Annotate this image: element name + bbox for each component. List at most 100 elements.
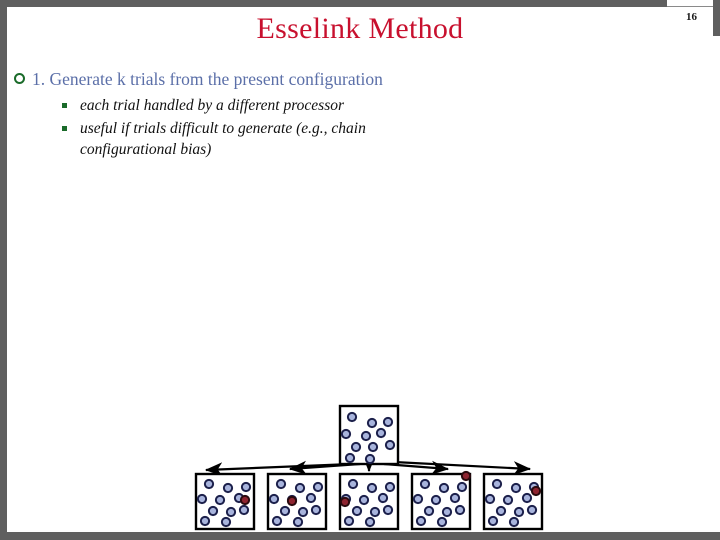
particle-blue [454,504,466,516]
particle-blue [271,515,283,527]
particle-blue [225,506,237,518]
particle-blue [384,439,396,451]
particle-blue [436,516,448,528]
trial-configuration-box-1 [194,472,256,531]
list-item: useful if trials difficult to generate (… [60,118,434,160]
slide-canvas: Esselink Method 16 1. Generate k trials … [0,0,720,540]
particle-blue [510,482,522,494]
trial-configuration-box-4-frame [410,472,472,531]
particle-blue [441,506,453,518]
particle-blue [369,506,381,518]
frame-bottom-border [0,532,720,540]
bullet-text: useful if trials difficult to generate (… [80,120,366,158]
particle-blue [275,478,287,490]
trial-configuration-box-2-frame [266,472,328,531]
particle-blue [382,416,394,428]
bullet-text: 1. Generate k trials from the present co… [32,69,383,89]
trial-configuration-box-5 [482,472,544,531]
particle-blue [310,504,322,516]
trial-configuration-box-3 [338,472,400,531]
particle-blue [366,417,378,429]
page-number: 16 [686,11,697,23]
trial-configuration-box-5-frame [482,472,544,531]
particle-blue [292,516,304,528]
trial-configuration-box-1-frame [194,472,256,531]
particle-blue [438,482,450,494]
particle-blue [513,506,525,518]
parent-configuration-box-frame [338,404,400,466]
arrow-to-trial-5 [393,460,532,476]
list-item: 1. Generate k trials from the present co… [14,68,434,91]
particle-blue [377,492,389,504]
particle-blue [495,505,507,517]
particle-blue [340,428,352,440]
page-title: Esselink Method [256,12,464,45]
particle-blue [346,411,358,423]
frame-left-border [0,0,7,540]
particle-blue [487,515,499,527]
particle-blue [268,493,280,505]
particle-blue [240,481,252,493]
particle-blue [526,504,538,516]
particle-blue [286,494,298,506]
particle-blue [412,493,424,505]
frame-notch-rule [667,6,713,7]
particle-blue [508,516,520,528]
particle-blue [347,478,359,490]
particle-blue [456,481,468,493]
particle-blue [384,481,396,493]
particle-blue [364,516,376,528]
arrow-to-trial-2 [288,460,361,475]
particle-blue [343,515,355,527]
particle-blue [528,481,540,493]
particle-blue [297,506,309,518]
arrow-to-trial-4 [383,460,450,475]
particle-red [460,470,472,482]
particle-blue [521,492,533,504]
particle-blue [375,427,387,439]
particle-blue [484,493,496,505]
particle-blue [294,482,306,494]
particle-blue [415,515,427,527]
particle-blue [360,430,372,442]
square-bullet-icon [62,126,67,131]
particle-blue [491,478,503,490]
particle-blue [382,504,394,516]
arrow-to-trial-1 [204,462,353,477]
particle-blue [351,505,363,517]
bullet-text: each trial handled by a different proces… [80,97,345,114]
particle-blue [207,505,219,517]
particle-blue [222,482,234,494]
trial-configuration-box-4 [410,470,472,531]
particle-blue [502,494,514,506]
trial-configuration-box-3-frame [338,472,400,531]
particle-blue [367,441,379,453]
particle-blue [423,505,435,517]
diagram-arrow-group [204,454,532,477]
bullet-list: 1. Generate k trials from the present co… [14,68,434,160]
circle-outline-icon [14,73,25,84]
particle-blue [358,494,370,506]
particle-blue [233,492,245,504]
particle-blue [214,494,226,506]
list-item: each trial handled by a different proces… [60,95,434,116]
trial-configuration-box-2 [266,472,328,531]
particle-blue [199,515,211,527]
particle-blue [203,478,215,490]
parent-configuration-box [338,404,400,466]
particle-blue [449,492,461,504]
frame-top-border [0,0,720,7]
particle-blue [238,504,250,516]
particle-blue [364,453,376,465]
diagram-box-group [194,404,544,531]
square-bullet-icon [62,103,67,108]
particle-blue [196,493,208,505]
particle-blue [340,493,352,505]
particle-blue [305,492,317,504]
particle-red [239,494,251,506]
particle-blue [350,441,362,453]
particle-blue [279,505,291,517]
particle-blue [220,516,232,528]
particle-red [339,496,351,508]
particle-blue [430,494,442,506]
